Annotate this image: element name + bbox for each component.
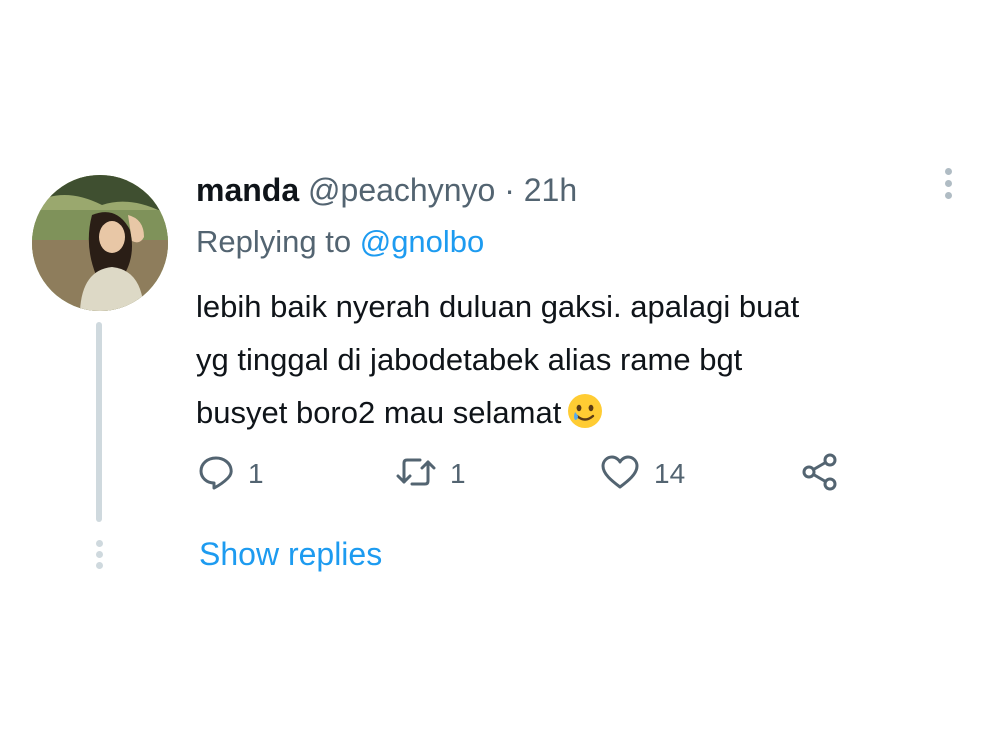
thread-continuation-dots bbox=[94, 540, 104, 573]
smiling-face-with-tear-icon bbox=[567, 392, 603, 445]
tweet-text-line: busyet boro2 mau selamat bbox=[196, 386, 956, 445]
tweet-actions: 1 1 14 bbox=[196, 450, 856, 500]
share-icon bbox=[800, 452, 840, 497]
reply-button[interactable]: 1 bbox=[198, 450, 264, 498]
avatar[interactable] bbox=[32, 175, 168, 311]
more-vertical-icon bbox=[938, 168, 958, 199]
user-handle[interactable]: @peachynyo bbox=[308, 172, 495, 208]
header-separator: · bbox=[504, 172, 515, 208]
tweet-text: busyet boro2 mau selamat bbox=[196, 395, 562, 430]
display-name[interactable]: manda bbox=[196, 172, 299, 208]
replying-to-mention[interactable]: @gnolbo bbox=[360, 224, 485, 259]
heart-icon bbox=[600, 454, 640, 495]
avatar-photo bbox=[32, 175, 168, 311]
more-options-button[interactable] bbox=[938, 168, 958, 204]
tweet-body: lebih baik nyerah duluan gaksi. apalagi … bbox=[196, 280, 956, 445]
tweet-text-line: yg tinggal di jabodetabek alias rame bgt bbox=[196, 342, 743, 377]
reply-count: 1 bbox=[248, 458, 264, 489]
reply-icon bbox=[198, 454, 234, 495]
share-button[interactable] bbox=[800, 450, 840, 498]
replying-prefix: Replying to bbox=[196, 224, 352, 259]
tweet-text-line: lebih baik nyerah duluan gaksi. apalagi … bbox=[196, 289, 800, 324]
tweet-timestamp[interactable]: 21h bbox=[524, 172, 577, 208]
like-count: 14 bbox=[654, 458, 686, 489]
retweet-button[interactable]: 1 bbox=[396, 450, 466, 498]
like-button[interactable]: 14 bbox=[600, 450, 685, 498]
thread-line bbox=[96, 322, 102, 522]
retweet-icon bbox=[396, 454, 436, 495]
show-replies-link[interactable]: Show replies bbox=[199, 534, 382, 574]
replying-to: Replying to @gnolbo bbox=[196, 222, 484, 262]
tweet-header: manda @peachynyo · 21h bbox=[196, 170, 577, 210]
retweet-count: 1 bbox=[450, 458, 466, 489]
